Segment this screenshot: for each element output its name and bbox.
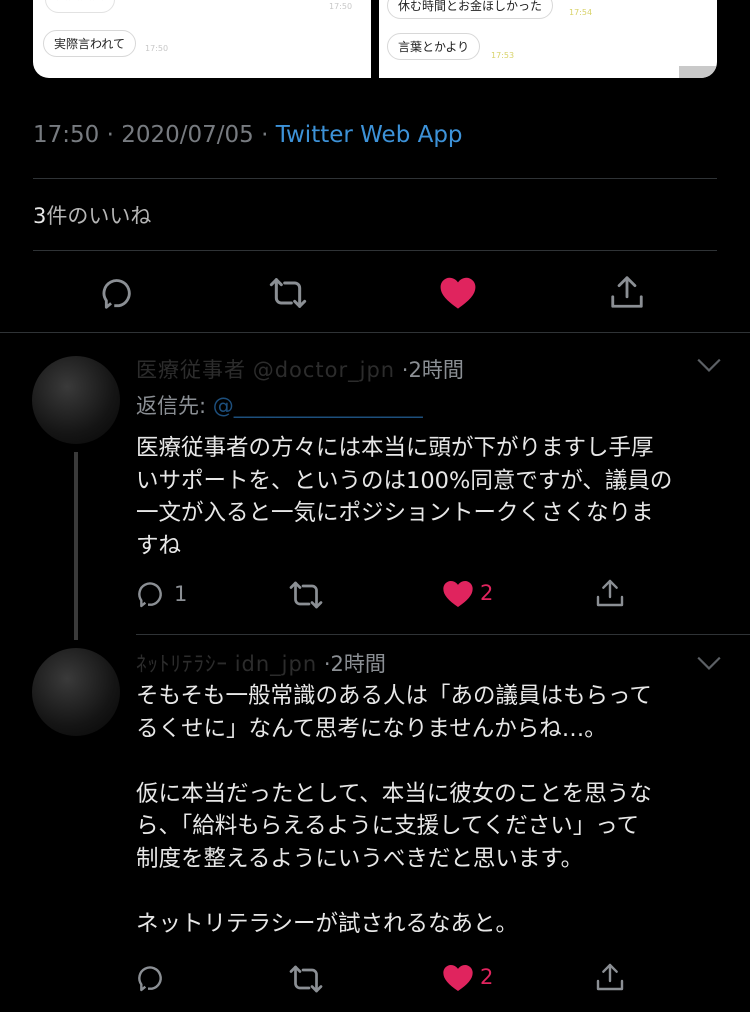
reply-button[interactable] bbox=[136, 962, 174, 994]
tweet-media[interactable]: ーーーー 17:50 実際言われて 17:50 休む時間とお金ほしかった 17:… bbox=[33, 0, 717, 78]
reply-button[interactable] bbox=[100, 274, 138, 312]
tweet-source-link[interactable]: Twitter Web App bbox=[276, 122, 463, 148]
reply-to-line: 返信先: @__________________ bbox=[136, 390, 423, 420]
like-button[interactable]: 2 bbox=[442, 962, 493, 992]
heart-icon bbox=[443, 965, 473, 991]
reply-icon bbox=[138, 582, 162, 608]
tweet-date: 2020/07/05 bbox=[121, 122, 254, 148]
retweet-button[interactable] bbox=[268, 276, 308, 310]
chat-time: 17:53 bbox=[491, 51, 515, 60]
heart-icon bbox=[443, 581, 473, 607]
retweet-button[interactable] bbox=[288, 580, 324, 610]
avatar[interactable] bbox=[32, 356, 120, 444]
reply-icon bbox=[102, 279, 131, 309]
reply-author-row[interactable]: 医療従事者 @doctor_jpn ·2時間 bbox=[136, 354, 464, 384]
author-name[interactable]: 医療従事者 bbox=[136, 358, 246, 382]
reply-time: 2時間 bbox=[408, 358, 464, 382]
chevron-down-icon[interactable] bbox=[696, 654, 722, 672]
reply-count: 1 bbox=[174, 582, 188, 606]
chat-time: 17:54 bbox=[569, 8, 593, 17]
retweet-icon bbox=[289, 965, 323, 993]
divider bbox=[0, 332, 750, 333]
media-image-left[interactable]: ーーーー 17:50 実際言われて 17:50 bbox=[33, 0, 371, 78]
chevron-down-icon[interactable] bbox=[696, 356, 722, 374]
reply-to-handle[interactable]: @__________________ bbox=[213, 394, 423, 418]
chat-bubble-cut: ーーーー bbox=[45, 0, 116, 13]
reply-text: そもそも一般常識のある人は「あの議員はもらって るくせに」なんて思考になりません… bbox=[136, 683, 652, 937]
media-image-right[interactable]: 休む時間とお金ほしかった 17:54 言葉とかより 17:53 bbox=[379, 0, 717, 78]
likes-summary[interactable]: 3件のいいね bbox=[33, 200, 151, 230]
tweet-time: 17:50 bbox=[33, 122, 100, 148]
share-icon bbox=[611, 276, 643, 308]
share-icon bbox=[596, 579, 624, 607]
divider bbox=[33, 250, 717, 251]
reply-time: 2時間 bbox=[330, 652, 386, 676]
like-button[interactable]: 2 bbox=[442, 578, 493, 608]
meta-separator: · bbox=[253, 122, 276, 148]
divider bbox=[136, 634, 750, 635]
chat-time: 17:50 bbox=[145, 44, 169, 53]
share-icon bbox=[596, 963, 624, 991]
meta-separator: · bbox=[99, 122, 122, 148]
like-count: 2 bbox=[480, 581, 494, 605]
meta-separator: · bbox=[323, 652, 331, 676]
like-button[interactable] bbox=[439, 274, 477, 310]
reply-text: 医療従事者の方々には本当に頭が下がりますし手厚 いサポートを、というのは100%… bbox=[136, 435, 673, 559]
author-handle[interactable]: @doctor_jpn bbox=[253, 358, 395, 382]
like-count: 2 bbox=[480, 965, 494, 989]
heart-icon bbox=[440, 277, 476, 309]
avatar[interactable] bbox=[32, 648, 120, 736]
media-overlay bbox=[679, 66, 717, 78]
retweet-button[interactable] bbox=[288, 964, 324, 994]
reply-icon bbox=[138, 966, 162, 992]
author-name[interactable]: ﾈｯﾄﾘﾃﾗｼｰ bbox=[136, 652, 228, 676]
divider bbox=[33, 178, 717, 179]
chat-bubble: 実際言われて bbox=[43, 30, 137, 57]
retweet-icon bbox=[269, 278, 307, 308]
share-button[interactable] bbox=[594, 576, 626, 610]
thread-connector bbox=[74, 452, 78, 640]
chat-bubble: 休む時間とお金ほしかった bbox=[387, 0, 554, 19]
chat-bubble: 言葉とかより bbox=[387, 33, 481, 60]
author-handle[interactable]: idn_jpn bbox=[235, 652, 317, 676]
share-button[interactable] bbox=[608, 272, 646, 312]
reply-button[interactable]: 1 bbox=[136, 578, 187, 610]
retweet-icon bbox=[289, 581, 323, 609]
tweet-timestamp: 17:50 · 2020/07/05 · Twitter Web App bbox=[33, 122, 463, 148]
reply-to-label: 返信先: bbox=[136, 394, 207, 418]
likes-label: 件のいいね bbox=[46, 204, 152, 228]
likes-count: 3 bbox=[33, 204, 47, 228]
share-button[interactable] bbox=[594, 960, 626, 994]
chat-time-cut: 17:50 bbox=[329, 2, 353, 11]
reply-author-row[interactable]: ﾈｯﾄﾘﾃﾗｼｰ idn_jpn ·2時間 bbox=[136, 648, 386, 678]
